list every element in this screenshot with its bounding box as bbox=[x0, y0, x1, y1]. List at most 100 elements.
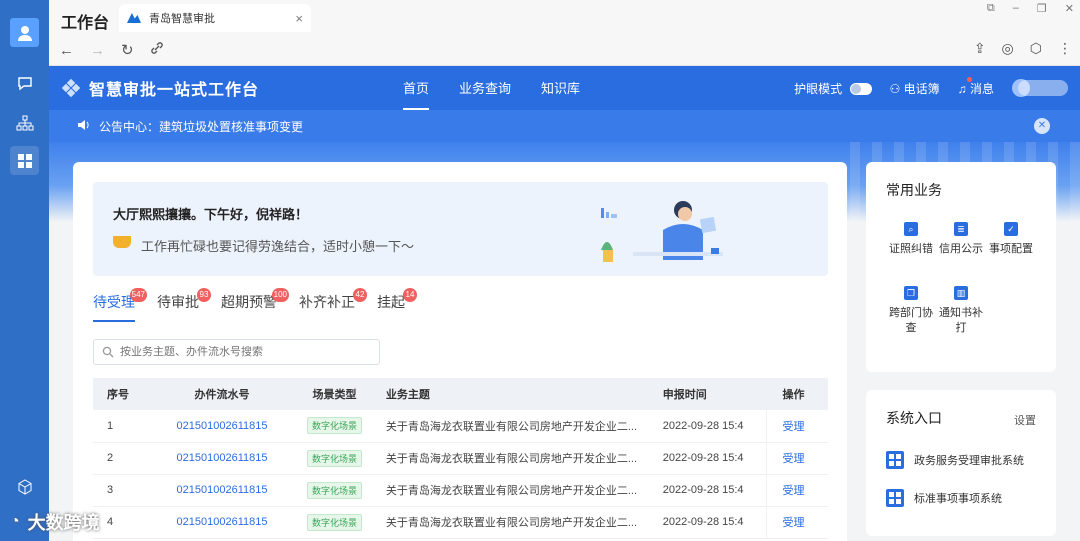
window-restore-icon[interactable]: ⧉ bbox=[987, 2, 995, 15]
table-row: 2 021501002611815 数字化场景 关于青岛海龙衣联置业有限公司房地产开发… bbox=[93, 442, 828, 475]
greeting-subtitle: 工作再忙碌也要记得劳逸结合，适时小憩一下～ bbox=[141, 239, 415, 254]
app-title: 工作台 bbox=[61, 15, 110, 32]
user-menu[interactable] bbox=[1012, 79, 1068, 97]
scene-type: 数字化场景 bbox=[293, 442, 376, 475]
biz-cross-dept[interactable]: ❐ 跨部门协查 bbox=[886, 286, 936, 336]
accept-link[interactable]: 受理 bbox=[765, 410, 828, 443]
biz-license-correction[interactable]: ⌕ 证照纠错 bbox=[886, 222, 936, 257]
browser-tab[interactable]: 青岛智慧审批 × bbox=[119, 4, 311, 32]
col-header: 业务主题 bbox=[375, 378, 663, 410]
accept-link[interactable]: 受理 bbox=[765, 506, 828, 539]
share-icon[interactable]: ⇪ bbox=[974, 40, 986, 57]
grid-icon[interactable] bbox=[10, 146, 39, 175]
watermark: ◔ 大数跨境 bbox=[10, 509, 100, 535]
notice-close-button[interactable]: ✕ bbox=[1034, 118, 1050, 134]
speaker-icon bbox=[77, 119, 91, 134]
window-close-button[interactable]: ✕ bbox=[1065, 2, 1074, 15]
unread-dot bbox=[966, 76, 972, 82]
tab-badge: 42 bbox=[353, 288, 367, 302]
common-business-card: 常用业务 ⌕ 证照纠错 ≣ 信用公示 ✓ 事项配置 ❐ 跨部门协查 ▥ 通知书补打 bbox=[866, 162, 1056, 372]
col-header: 序号 bbox=[93, 378, 151, 410]
more-icon[interactable]: ⋮ bbox=[1058, 40, 1072, 57]
eye-mode-toggle[interactable] bbox=[849, 83, 872, 96]
window-minimize-button[interactable]: – bbox=[1013, 2, 1019, 15]
settings-link[interactable]: 设置 bbox=[1014, 412, 1036, 428]
search-box bbox=[93, 339, 380, 365]
tab-logo-icon bbox=[127, 13, 141, 23]
avatar-icon[interactable] bbox=[10, 18, 39, 47]
contacts-icon: ⚇ bbox=[889, 81, 901, 96]
credit-icon: ≣ bbox=[954, 222, 968, 236]
submit-time: 2022-09-28 15:4 bbox=[662, 410, 767, 443]
search-doc-icon: ⌕ bbox=[904, 222, 918, 236]
logo: 智慧审批一站式工作台 bbox=[61, 76, 259, 100]
config-icon: ✓ bbox=[1004, 222, 1018, 236]
biz-credit-publicity[interactable]: ≣ 信用公示 bbox=[936, 222, 986, 257]
business-topic: 关于青岛海龙衣联置业有限公司房地产开发企业二... bbox=[375, 442, 663, 475]
scene-tag: 数字化场景 bbox=[307, 417, 363, 435]
logo-icon bbox=[61, 78, 81, 98]
tab-badge: 100 bbox=[271, 288, 289, 302]
chat-icon[interactable] bbox=[10, 68, 39, 97]
tab-close-button[interactable]: × bbox=[295, 11, 303, 26]
flow-number-link[interactable]: 021501002611815 bbox=[150, 442, 294, 475]
menu-knowledge-base[interactable]: 知识库 bbox=[541, 66, 580, 110]
tab-pending-accept[interactable]: 待受理 547 bbox=[93, 288, 147, 322]
tab-label: 超期预警 bbox=[221, 294, 277, 310]
tab-label: 挂起 bbox=[377, 294, 405, 310]
compass-icon[interactable]: ◎ bbox=[1002, 40, 1014, 57]
submit-time: 2022-09-28 15:4 bbox=[662, 506, 767, 539]
copy-icon: ❐ bbox=[904, 286, 918, 300]
scene-type: 数字化场景 bbox=[293, 474, 376, 507]
notice-text[interactable]: 公告中心：建筑垃圾处置核准事项变更 bbox=[99, 118, 303, 135]
system-label: 标准事项事项系统 bbox=[914, 493, 1002, 505]
biz-item-config[interactable]: ✓ 事项配置 bbox=[986, 222, 1036, 257]
tab-overdue-warning[interactable]: 超期预警 100 bbox=[221, 288, 289, 322]
business-topic: 关于青岛海龙衣联置业有限公司房地产开发企业二... bbox=[375, 506, 663, 539]
flow-number-link[interactable]: 021501002611815 bbox=[150, 506, 294, 539]
system-link-approval[interactable]: 政务服务受理审批系统 bbox=[886, 451, 1024, 469]
eye-mode[interactable]: 护眼模式 bbox=[794, 80, 872, 97]
menu-business-query[interactable]: 业务查询 bbox=[459, 66, 511, 110]
accept-link[interactable]: 受理 bbox=[765, 474, 828, 507]
biz-label: 事项配置 bbox=[989, 243, 1033, 255]
back-icon[interactable]: ← bbox=[59, 42, 74, 59]
tab-label: 待审批 bbox=[157, 294, 199, 310]
system-label: 政务服务受理审批系统 bbox=[914, 455, 1024, 467]
table-header-row: 序号 办件流水号 场景类型 业务主题 申报时间 操作 bbox=[93, 378, 828, 410]
tab-title: 青岛智慧审批 bbox=[149, 13, 215, 25]
business-topic: 关于青岛海龙衣联置业有限公司房地产开发企业二... bbox=[375, 410, 663, 443]
biz-notice-reprint[interactable]: ▥ 通知书补打 bbox=[936, 286, 986, 336]
flow-number-link[interactable]: 021501002611815 bbox=[150, 410, 294, 443]
forward-icon[interactable]: → bbox=[90, 42, 105, 59]
search-input[interactable] bbox=[120, 346, 360, 358]
system-link-standard[interactable]: 标准事项事项系统 bbox=[886, 489, 1002, 507]
menu-home[interactable]: 首页 bbox=[403, 66, 430, 110]
window-maximize-button[interactable]: ❐ bbox=[1037, 2, 1047, 15]
accept-link[interactable]: 受理 bbox=[765, 442, 828, 475]
org-chart-icon[interactable] bbox=[10, 108, 39, 137]
notice-bar: 公告中心：建筑垃圾处置核准事项变更 ✕ bbox=[49, 110, 1080, 142]
contacts-button[interactable]: ⚇ 电话簿 bbox=[890, 80, 940, 97]
eye-mode-label: 护眼模式 bbox=[794, 81, 843, 96]
search-icon bbox=[102, 346, 114, 358]
flow-number-link[interactable]: 021501002611815 bbox=[150, 474, 294, 507]
cube-icon[interactable]: ⬡ bbox=[1030, 40, 1042, 57]
biz-label: 证照纠错 bbox=[889, 243, 933, 255]
messages-button[interactable]: ♫ 消息 bbox=[958, 76, 994, 97]
refresh-icon[interactable]: ↻ bbox=[121, 41, 134, 59]
link-icon[interactable] bbox=[150, 41, 164, 59]
contacts-label: 电话簿 bbox=[903, 81, 940, 96]
task-table: 序号 办件流水号 场景类型 业务主题 申报时间 操作 1 021501002611… bbox=[93, 378, 828, 539]
messages-label: 消息 bbox=[969, 81, 994, 96]
tab-suspended[interactable]: 挂起 14 bbox=[377, 288, 417, 322]
biz-label: 通知书补打 bbox=[939, 307, 983, 334]
cube-icon[interactable] bbox=[10, 472, 39, 501]
scene-tag: 数字化场景 bbox=[307, 449, 363, 467]
tab-supplement[interactable]: 补齐补正 42 bbox=[299, 288, 367, 322]
tab-badge: 14 bbox=[403, 288, 417, 302]
scene-type: 数字化场景 bbox=[293, 506, 376, 539]
table-row: 4 021501002611815 数字化场景 关于青岛海龙衣联置业有限公司房地产开发… bbox=[93, 506, 828, 539]
card-title: 系统入口 bbox=[886, 410, 942, 426]
tab-pending-approve[interactable]: 待审批 93 bbox=[157, 288, 211, 322]
